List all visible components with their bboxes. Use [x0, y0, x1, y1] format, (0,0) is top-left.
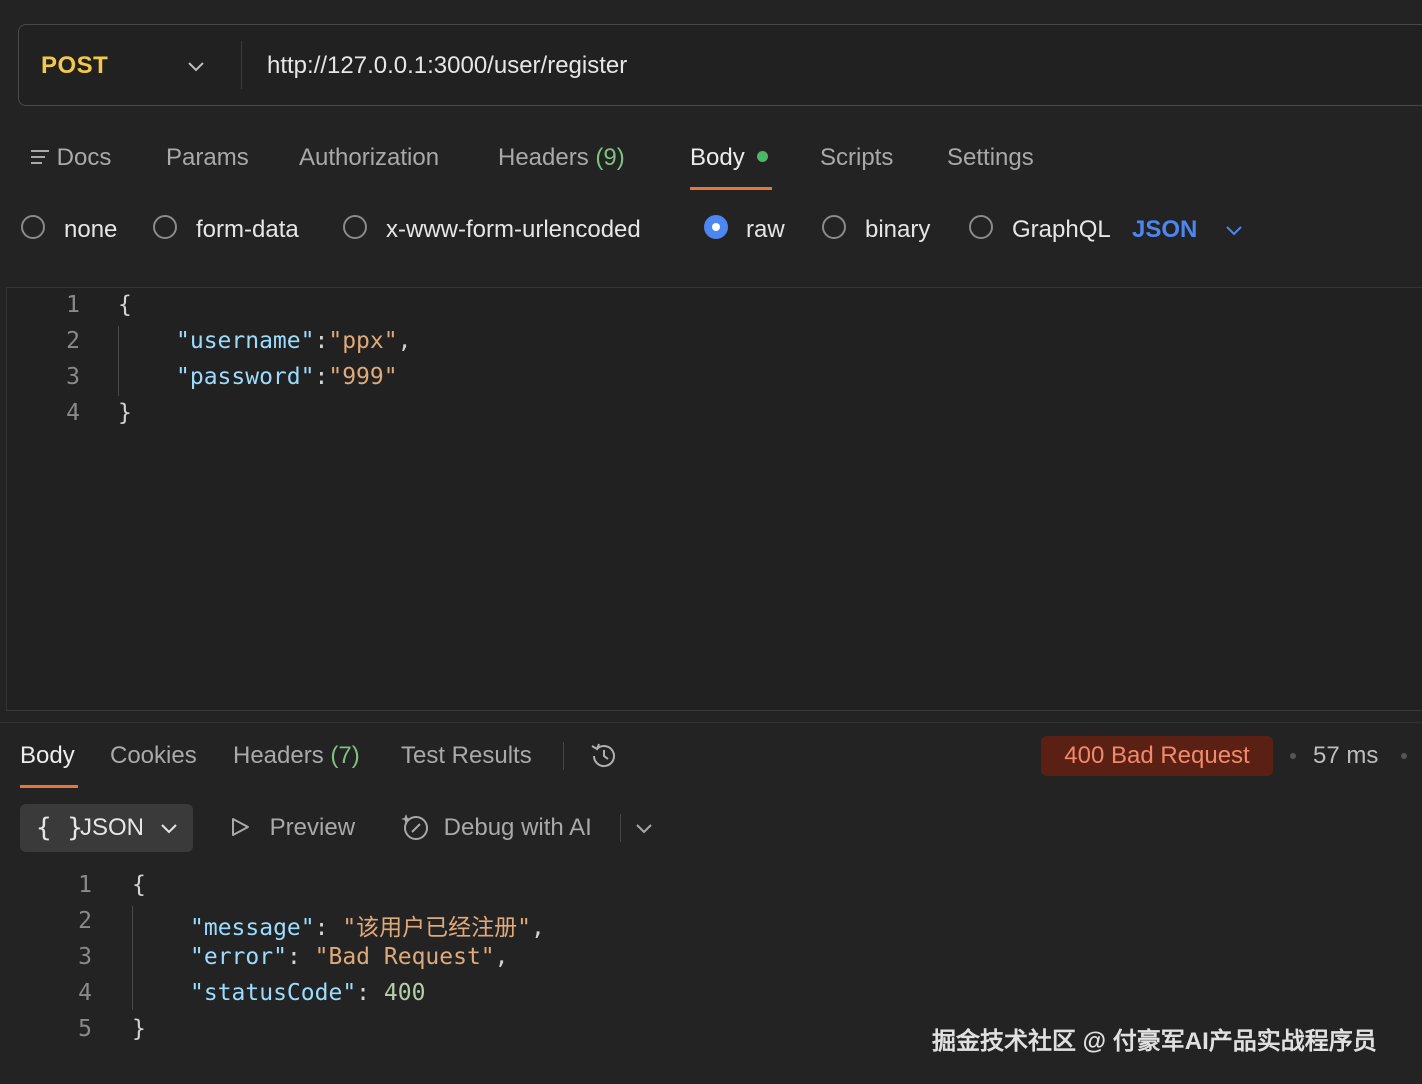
code-line: "message": "该用户已经注册", — [190, 915, 545, 941]
docs-icon — [31, 149, 49, 164]
radio-form-data-label[interactable]: form-data — [196, 210, 299, 250]
tab-docs[interactable]: Docs — [30, 140, 111, 176]
tab-params[interactable]: Params — [166, 140, 249, 176]
code-line: "password":"999" — [176, 364, 398, 390]
response-tab-headers-label: Headers — [233, 742, 324, 769]
line-number: 2 — [66, 328, 80, 354]
divider — [241, 41, 242, 89]
debug-with-ai-button[interactable]: Debug with AI — [399, 808, 592, 848]
code-brace-close: } — [132, 1016, 146, 1042]
watermark: 掘金技术社区 @ 付豪军AI产品实战程序员 — [932, 1028, 1377, 1055]
separator-dot — [1290, 753, 1296, 759]
line-number: 5 — [78, 1016, 92, 1042]
json-value: "该用户已经注册" — [342, 915, 532, 941]
debug-label: Debug with AI — [443, 814, 592, 841]
status-badge[interactable]: 400 Bad Request — [1041, 736, 1273, 776]
json-key: "password" — [176, 364, 315, 390]
code-brace-close: } — [118, 400, 132, 426]
response-format-label: JSON — [80, 814, 145, 841]
radio-raw[interactable] — [704, 215, 728, 239]
json-value: "Bad Request" — [314, 944, 495, 970]
json-key: "statusCode" — [190, 980, 357, 1006]
indent-guide — [118, 326, 119, 396]
radio-urlencoded[interactable] — [343, 215, 367, 239]
json-value: "ppx" — [328, 328, 398, 354]
chevron-down-icon[interactable] — [1223, 219, 1245, 241]
code-line: "username":"ppx", — [176, 328, 412, 354]
section-divider — [0, 722, 1422, 723]
radio-urlencoded-label[interactable]: x-www-form-urlencoded — [386, 210, 641, 250]
radio-graphql-label[interactable]: GraphQL — [1012, 210, 1111, 250]
code-brace-open: { — [118, 292, 132, 318]
code-brace-open: { — [132, 872, 146, 898]
response-tab-test-results[interactable]: Test Results — [401, 738, 532, 774]
response-tab-body[interactable]: Body — [20, 738, 75, 774]
url-input[interactable]: http://127.0.0.1:3000/user/register — [267, 25, 627, 107]
radio-none[interactable] — [21, 215, 45, 239]
chevron-down-icon[interactable] — [633, 817, 655, 839]
line-number: 3 — [78, 944, 92, 970]
radio-binary-label[interactable]: binary — [865, 210, 930, 250]
chevron-down-icon — [161, 824, 177, 834]
chevron-down-icon[interactable] — [185, 55, 207, 77]
response-time[interactable]: 57 ms — [1313, 738, 1378, 774]
json-braces-icon: { } — [36, 813, 83, 843]
line-number: 2 — [78, 908, 92, 934]
response-tab-headers[interactable]: Headers (7) — [233, 738, 360, 774]
body-format-select[interactable]: JSON — [1132, 210, 1197, 250]
divider — [563, 742, 564, 770]
json-key: "error" — [190, 944, 287, 970]
code-line: "error": "Bad Request", — [190, 944, 509, 970]
tab-settings[interactable]: Settings — [947, 140, 1034, 176]
line-number: 1 — [66, 292, 80, 318]
line-number: 4 — [66, 400, 80, 426]
line-number: 4 — [78, 980, 92, 1006]
tab-body-label: Body — [690, 144, 745, 171]
tab-headers-label: Headers — [498, 144, 589, 171]
radio-form-data[interactable] — [153, 215, 177, 239]
tab-body[interactable]: Body — [690, 140, 768, 176]
radio-none-label[interactable]: none — [64, 210, 117, 250]
line-number: 3 — [66, 364, 80, 390]
json-key: "username" — [176, 328, 315, 354]
separator-dot — [1401, 753, 1407, 759]
tab-scripts[interactable]: Scripts — [820, 140, 893, 176]
headers-count: (9) — [595, 144, 625, 171]
radio-graphql[interactable] — [969, 215, 993, 239]
tab-headers[interactable]: Headers (9) — [498, 140, 625, 176]
json-value: 400 — [383, 980, 426, 1006]
modified-indicator — [756, 151, 768, 163]
tab-authorization[interactable]: Authorization — [299, 140, 439, 176]
active-tab-underline — [690, 187, 772, 190]
play-icon — [232, 817, 249, 836]
json-value: "999" — [328, 364, 398, 390]
url-bar: POST http://127.0.0.1:3000/user/register — [18, 24, 1422, 106]
history-icon[interactable] — [588, 740, 620, 772]
method-select[interactable]: POST — [41, 25, 108, 107]
line-number: 1 — [78, 872, 92, 898]
radio-binary[interactable] — [822, 215, 846, 239]
radio-raw-label[interactable]: raw — [746, 210, 785, 250]
divider — [620, 814, 621, 842]
tab-docs-label: Docs — [56, 144, 112, 171]
json-key: "message" — [190, 915, 315, 941]
headers-count: (7) — [330, 742, 360, 769]
preview-button[interactable]: Preview — [229, 808, 355, 848]
code-line: "statusCode": 400 — [190, 980, 426, 1006]
ai-sparkle-icon — [401, 813, 428, 840]
indent-guide — [132, 906, 133, 1010]
active-tab-underline — [20, 785, 78, 788]
response-tab-cookies[interactable]: Cookies — [110, 738, 197, 774]
preview-label: Preview — [269, 814, 356, 841]
